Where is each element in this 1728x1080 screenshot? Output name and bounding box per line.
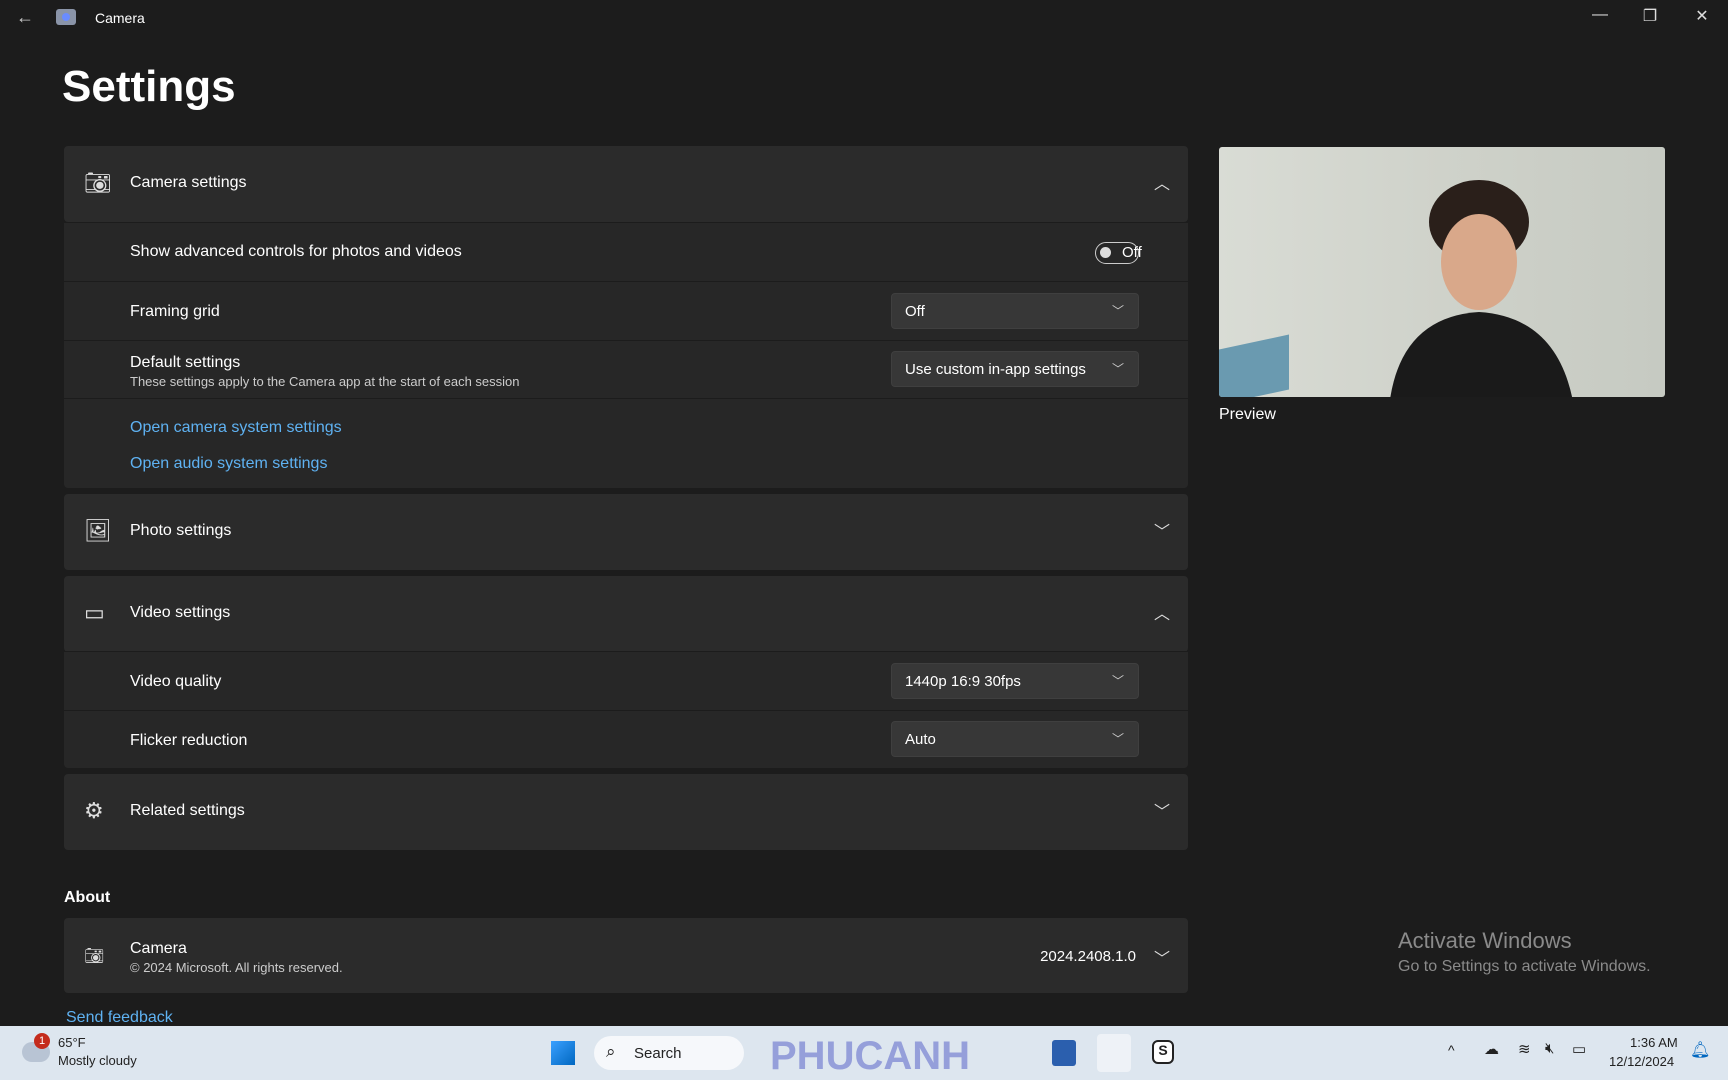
chevron-down-icon: ﹀ — [1111, 304, 1124, 318]
clock-date[interactable]: 12/12/2024 — [1609, 1054, 1674, 1069]
setting-label: Framing grid — [130, 303, 220, 320]
section-label: Photo settings — [130, 522, 232, 539]
chevron-down-icon: ﹀ — [1111, 362, 1124, 376]
store-icon[interactable] — [1052, 1040, 1076, 1066]
section-label: Video settings — [130, 604, 231, 621]
dropdown-value: Use custom in-app settings — [905, 361, 1086, 378]
search-label: Search — [634, 1045, 682, 1062]
clock-time[interactable]: 1:36 AM — [1630, 1035, 1678, 1050]
preview-person-image — [1390, 180, 1572, 397]
battery-icon[interactable]: ▭ — [1572, 1040, 1586, 1058]
framing-grid-dropdown[interactable]: Off ﹀ — [891, 293, 1139, 329]
dropdown-value: 1440p 16:9 30fps — [905, 673, 1021, 690]
search-icon: ⌕ — [606, 1042, 616, 1061]
title-bar: ← Camera — ❐ ✕ — [0, 0, 1728, 36]
setting-label: Show advanced controls for photos and vi… — [130, 243, 462, 260]
chevron-up-icon[interactable]: ^ — [1448, 1042, 1455, 1058]
window-title: Camera — [95, 10, 145, 26]
app-version: 2024.2408.1.0 — [1040, 948, 1136, 965]
start-button[interactable] — [551, 1041, 575, 1065]
open-audio-system-settings-link[interactable]: Open audio system settings — [130, 455, 327, 473]
restore-button[interactable]: ❐ — [1630, 6, 1670, 26]
send-feedback-link[interactable]: Send feedback — [66, 1009, 173, 1027]
chevron-up-icon[interactable]: ︿ — [1154, 600, 1170, 624]
links-row: Open camera system settings Open audio s… — [64, 398, 1188, 488]
minimize-button[interactable]: — — [1580, 6, 1620, 24]
dropdown-value: Off — [905, 303, 925, 320]
activate-windows-subtitle: Go to Settings to activate Windows. — [1398, 958, 1651, 975]
image-icon: 🖼︎ — [84, 518, 112, 543]
camera-settings-header[interactable]: 📷︎ Camera settings ︿ — [64, 146, 1188, 222]
framing-grid-row: Framing grid Off ﹀ — [64, 281, 1188, 340]
setting-label: Default settings — [130, 354, 241, 371]
open-camera-system-settings-link[interactable]: Open camera system settings — [130, 419, 342, 437]
video-icon: ▭ — [84, 600, 105, 625]
chevron-down-icon[interactable]: ﹀ — [1154, 518, 1170, 542]
advanced-controls-row: Show advanced controls for photos and vi… — [64, 222, 1188, 281]
weather-condition[interactable]: Mostly cloudy — [58, 1053, 137, 1068]
setting-description: These settings apply to the Camera app a… — [130, 374, 520, 389]
dropdown-value: Auto — [905, 731, 936, 748]
gear-icon: ⚙ — [84, 798, 104, 823]
section-label: Camera settings — [130, 174, 247, 191]
flicker-reduction-row: Flicker reduction Auto ﹀ — [64, 710, 1188, 768]
preview-label: Preview — [1219, 406, 1276, 423]
onedrive-icon[interactable]: ☁ — [1484, 1040, 1499, 1058]
chevron-down-icon: ﹀ — [1111, 732, 1124, 746]
video-quality-dropdown[interactable]: 1440p 16:9 30fps ﹀ — [891, 663, 1139, 699]
page-title: Settings — [62, 62, 236, 111]
activate-windows-title: Activate Windows — [1398, 928, 1572, 953]
default-settings-dropdown[interactable]: Use custom in-app settings ﹀ — [891, 351, 1139, 387]
setting-label: Flicker reduction — [130, 732, 248, 749]
default-settings-row: Default settings These settings apply to… — [64, 340, 1188, 398]
watermark-logo: PHUCANH — [770, 1034, 970, 1078]
camera-taskbar-icon[interactable] — [1097, 1034, 1131, 1072]
section-label: Related settings — [130, 802, 245, 819]
camera-app-icon: 📷︎ — [84, 948, 105, 965]
camera-app-icon — [56, 9, 76, 25]
search-box[interactable]: ⌕ Search — [594, 1036, 744, 1070]
mute-icon[interactable]: 🔇︎ — [1545, 1040, 1554, 1057]
video-settings-header[interactable]: ▭ Video settings ︿ — [64, 576, 1188, 652]
notification-badge: 1 — [34, 1033, 50, 1049]
camera-icon: 📷︎ — [84, 170, 112, 195]
chevron-down-icon: ﹀ — [1111, 674, 1124, 688]
taskbar: 1 65°F Mostly cloudy ⌕ Search PHUCANH S … — [0, 1026, 1728, 1080]
camera-preview — [1219, 147, 1665, 397]
about-heading: About — [64, 889, 111, 906]
video-quality-row: Video quality 1440p 16:9 30fps ﹀ — [64, 651, 1188, 710]
s-app-icon[interactable]: S — [1152, 1040, 1174, 1064]
chevron-down-icon[interactable]: ﹀ — [1154, 798, 1170, 822]
related-settings-header[interactable]: ⚙ Related settings ﹀ — [64, 774, 1188, 850]
wifi-icon[interactable]: ≋ — [1518, 1040, 1531, 1058]
copyright: © 2024 Microsoft. All rights reserved. — [130, 960, 343, 975]
chevron-down-icon[interactable]: ﹀ — [1154, 945, 1170, 969]
notification-bell-icon[interactable]: 🔔︎ — [1690, 1040, 1710, 1060]
advanced-controls-toggle[interactable] — [1095, 242, 1139, 264]
preview-object — [1219, 334, 1289, 397]
flicker-reduction-dropdown[interactable]: Auto ﹀ — [891, 721, 1139, 757]
close-button[interactable]: ✕ — [1682, 6, 1722, 26]
chevron-up-icon[interactable]: ︿ — [1154, 170, 1170, 194]
back-button[interactable]: ← — [16, 7, 34, 28]
weather-temp[interactable]: 65°F — [58, 1035, 86, 1050]
app-name: Camera — [130, 940, 187, 957]
photo-settings-header[interactable]: 🖼︎ Photo settings ﹀ — [64, 494, 1188, 570]
about-card[interactable]: 📷︎ Camera © 2024 Microsoft. All rights r… — [64, 918, 1188, 993]
setting-label: Video quality — [130, 673, 222, 690]
